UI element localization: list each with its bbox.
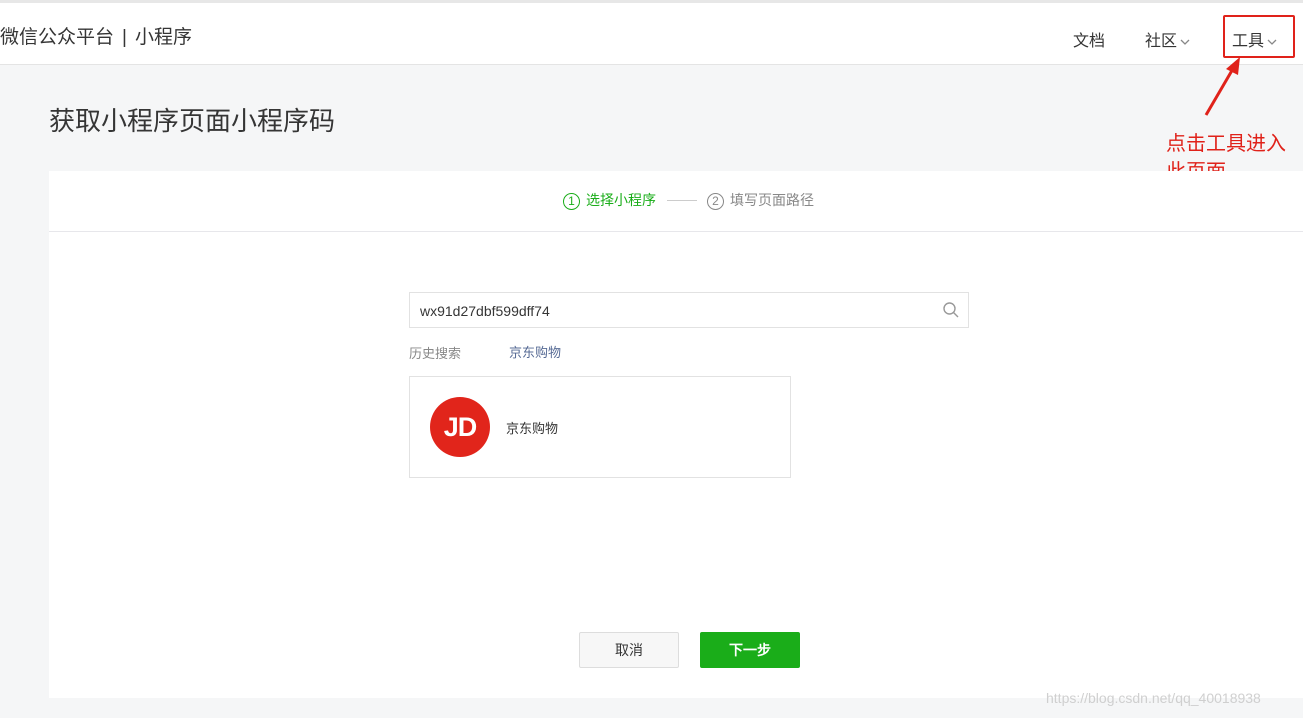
brand-name: 微信公众平台 (0, 27, 115, 48)
step-connector (667, 200, 697, 201)
step-2: 2 填写页面路径 (707, 190, 814, 210)
search-input[interactable] (420, 300, 920, 322)
search-icon[interactable] (942, 301, 960, 319)
step-2-label: 填写页面路径 (730, 192, 814, 208)
main-card: 1 选择小程序 2 填写页面路径 历史搜索 京东购物 JD 京东购物 取消 下一步 (49, 171, 1303, 698)
history-item[interactable]: 京东购物 (509, 342, 561, 361)
brand[interactable]: 微信公众平台 | 小程序 (0, 22, 192, 49)
chevron-down-icon (1180, 39, 1190, 45)
step-1-number: 1 (563, 192, 580, 210)
nav-docs[interactable]: 文档 (1073, 27, 1105, 51)
step-1-label: 选择小程序 (586, 192, 656, 208)
annotation-highlight-box (1223, 15, 1295, 58)
step-1: 1 选择小程序 (563, 190, 656, 210)
nav-community[interactable]: 社区 (1145, 27, 1191, 51)
cancel-button[interactable]: 取消 (579, 632, 679, 668)
nav-community-label: 社区 (1145, 33, 1178, 50)
step-2-number: 2 (707, 192, 724, 210)
history-label: 历史搜索 (409, 346, 462, 361)
page-title: 获取小程序页面小程序码 (49, 106, 336, 136)
top-navbar: 微信公众平台 | 小程序 文档 社区 工具 (0, 0, 1303, 65)
step-indicator: 1 选择小程序 2 填写页面路径 (49, 171, 1303, 232)
brand-separator: | (122, 27, 127, 48)
annotation-arrow (1204, 57, 1240, 116)
product-name: 小程序 (134, 27, 192, 48)
next-button[interactable]: 下一步 (700, 632, 800, 668)
result-name: 京东购物 (506, 421, 559, 436)
watermark: https://blog.csdn.net/qq_40018938 (1046, 690, 1261, 706)
search-box (409, 292, 969, 328)
nav-docs-label: 文档 (1073, 33, 1106, 50)
search-result-card[interactable]: JD 京东购物 (409, 376, 791, 478)
avatar: JD (430, 397, 490, 457)
